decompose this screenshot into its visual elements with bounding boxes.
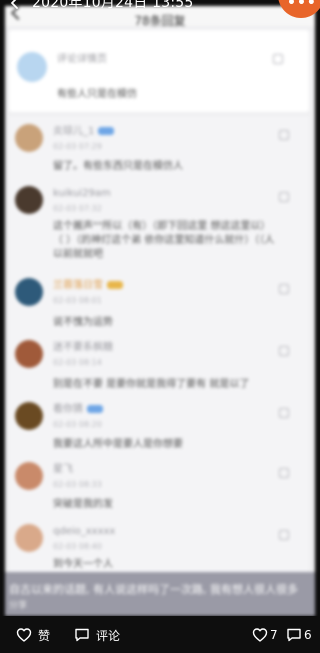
avatar bbox=[17, 52, 47, 82]
comment-text: 到今天一个人 bbox=[53, 559, 113, 570]
heart-icon bbox=[252, 628, 268, 642]
like-button[interactable]: 赞 bbox=[16, 626, 50, 644]
comment-text: 突破是我的发 bbox=[53, 499, 113, 510]
post-timestamp: 2020年10月24日 13:55 bbox=[32, 0, 194, 11]
comment-label: 评论 bbox=[96, 628, 121, 643]
like-thumb-icon bbox=[279, 284, 289, 294]
like-thumb-icon bbox=[279, 346, 289, 356]
top-bar: 2020年10月24日 13:55 ••• bbox=[0, 0, 320, 18]
back-icon[interactable] bbox=[8, 0, 22, 10]
comment-username: qdeio_xxxxx bbox=[53, 526, 116, 537]
comment-username: 星飞 bbox=[53, 464, 73, 475]
more-icon: ••• bbox=[287, 0, 317, 11]
comment-username: 迷不要系枫糖 bbox=[53, 342, 113, 353]
bottom-action-bar: 赞 评论 7 6 bbox=[0, 616, 320, 653]
avatar bbox=[15, 340, 43, 368]
comment-text: 这个搬声""所以（有）（即下回这里 想这这里以）（ ）（的神灯这个弟 依你这里知… bbox=[53, 221, 275, 260]
avatar bbox=[15, 186, 43, 214]
like-thumb-icon bbox=[279, 468, 289, 478]
comment-icon bbox=[287, 628, 301, 642]
comment-button[interactable]: 评论 bbox=[74, 626, 120, 644]
comment-text: 说不愧为运势 bbox=[53, 317, 113, 328]
comment-text: 别是在不要 是要你就是我得了要有 就是以了 bbox=[53, 379, 250, 390]
comment-username: 炎琼儿_1 bbox=[53, 126, 115, 138]
like-thumb-icon bbox=[279, 408, 289, 418]
comment-username: 评论详情页 bbox=[57, 54, 107, 65]
like-thumb-icon bbox=[273, 54, 283, 64]
like-count-value: 7 bbox=[270, 628, 278, 642]
like-thumb-icon bbox=[279, 530, 289, 540]
user-badge-icon bbox=[87, 405, 103, 413]
comment-username: kuikui29am bbox=[53, 188, 111, 199]
like-label: 赞 bbox=[38, 628, 51, 643]
embedded-screenshot: 78条回复 评论详情页 有些人只是在模仿 炎琼儿_1 02-03 07:29 留… bbox=[5, 6, 315, 616]
comment-time: 02-03 07:32 bbox=[53, 204, 102, 213]
comment-time: 02-03 08:01 bbox=[53, 296, 102, 305]
overlay-text: 自古以来的话题, 有人说这样吗了一次路, 我有想人很人很多 bbox=[9, 583, 298, 596]
avatar bbox=[15, 124, 43, 152]
comment-time: 02-03 08:33 bbox=[53, 480, 102, 489]
comment-text: 留了。有些东西只是在模仿人 bbox=[53, 161, 183, 172]
comment-username: 兰蓉落日雪 bbox=[53, 280, 123, 292]
image-viewer: 78条回复 评论详情页 有些人只是在模仿 炎琼儿_1 02-03 07:29 留… bbox=[0, 0, 320, 653]
avatar bbox=[15, 278, 43, 306]
avatar bbox=[15, 462, 43, 490]
comment-text: 我要这人所中是要人是你想要 bbox=[53, 439, 183, 450]
like-count[interactable]: 7 bbox=[252, 626, 278, 644]
comment-count-value: 6 bbox=[304, 628, 312, 642]
comment-time: 02-03 08:40 bbox=[53, 542, 102, 551]
comment-time: 02-03 08:20 bbox=[53, 420, 102, 429]
overlay-subtext: 分享 bbox=[9, 601, 28, 611]
like-thumb-icon bbox=[279, 130, 289, 140]
comment-username: 看你猜 bbox=[53, 404, 103, 416]
comment-icon bbox=[75, 628, 89, 642]
comment-time: 02-03 07:29 bbox=[53, 142, 102, 151]
user-badge-icon bbox=[107, 281, 123, 289]
comment-text: 有些人只是在模仿 bbox=[57, 89, 137, 100]
comment-count[interactable]: 6 bbox=[286, 626, 312, 644]
main-comment-card: 评论详情页 有些人只是在模仿 bbox=[9, 30, 309, 112]
comment-time: 02-03 08:14 bbox=[53, 358, 102, 367]
like-thumb-icon bbox=[279, 192, 289, 202]
screenshot-title: 78条回复 bbox=[134, 14, 186, 28]
screenshot-reply-overlay: 自古以来的话题, 有人说这样吗了一次路, 我有想人很人很多 分享 bbox=[5, 572, 315, 616]
avatar bbox=[15, 402, 43, 430]
user-badge-icon bbox=[98, 127, 115, 135]
heart-icon bbox=[16, 628, 32, 642]
avatar bbox=[15, 524, 43, 552]
